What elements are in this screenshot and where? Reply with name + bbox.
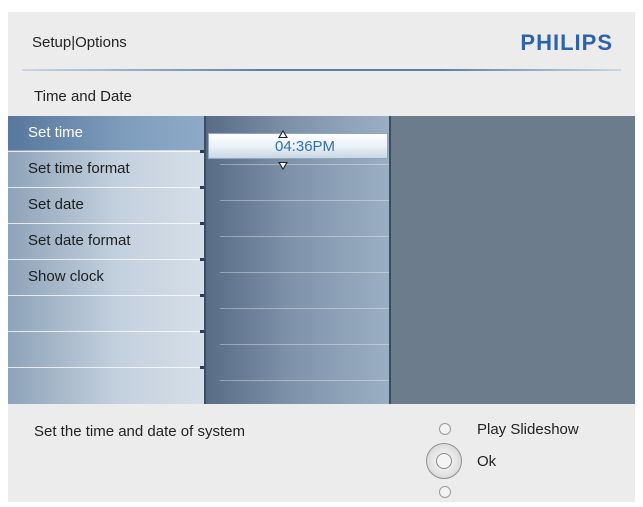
menu-item-show-clock[interactable]: Show clock xyxy=(8,260,204,294)
ok-label: Ok xyxy=(477,453,497,470)
photo-frame-screen: Setup|Options PHILIPS Time and Date Set … xyxy=(8,12,635,502)
nav-up-button-icon[interactable] xyxy=(439,423,451,435)
brand-logo: PHILIPS xyxy=(520,30,613,55)
page-title: Setup|Options xyxy=(32,34,127,51)
menu-divider xyxy=(8,295,204,296)
section-title: Time and Date xyxy=(34,88,132,105)
menu-item-set-time-format[interactable]: Set time format xyxy=(8,152,204,186)
menu-divider xyxy=(8,367,204,368)
value-divider xyxy=(220,380,391,381)
help-text: Set the time and date of system xyxy=(34,423,245,440)
value-divider xyxy=(220,200,391,201)
column-separator xyxy=(389,116,391,404)
value-divider xyxy=(220,344,391,345)
arrow-down-icon[interactable] xyxy=(278,162,288,170)
value-divider xyxy=(220,272,391,273)
menu-item-set-date-format[interactable]: Set date format xyxy=(8,224,204,258)
ok-center-icon xyxy=(436,453,452,469)
preview-column xyxy=(391,116,635,404)
value-divider xyxy=(220,308,391,309)
menu-item-set-time[interactable]: Set time xyxy=(8,116,204,150)
nav-ok-button-icon[interactable] xyxy=(426,443,462,479)
header-divider xyxy=(22,69,621,71)
column-separator xyxy=(204,116,206,404)
value-divider xyxy=(220,236,391,237)
play-slideshow-label: Play Slideshow xyxy=(477,421,579,438)
menu-divider xyxy=(8,331,204,332)
arrow-up-icon[interactable] xyxy=(278,130,288,138)
time-spinner-arrows xyxy=(208,130,388,174)
nav-down-button-icon[interactable] xyxy=(439,486,451,498)
menu-column: Set time Set time format Set date Set da… xyxy=(8,116,204,404)
menu-item-set-date[interactable]: Set date xyxy=(8,188,204,222)
settings-panel: Set time Set time format Set date Set da… xyxy=(8,116,635,404)
